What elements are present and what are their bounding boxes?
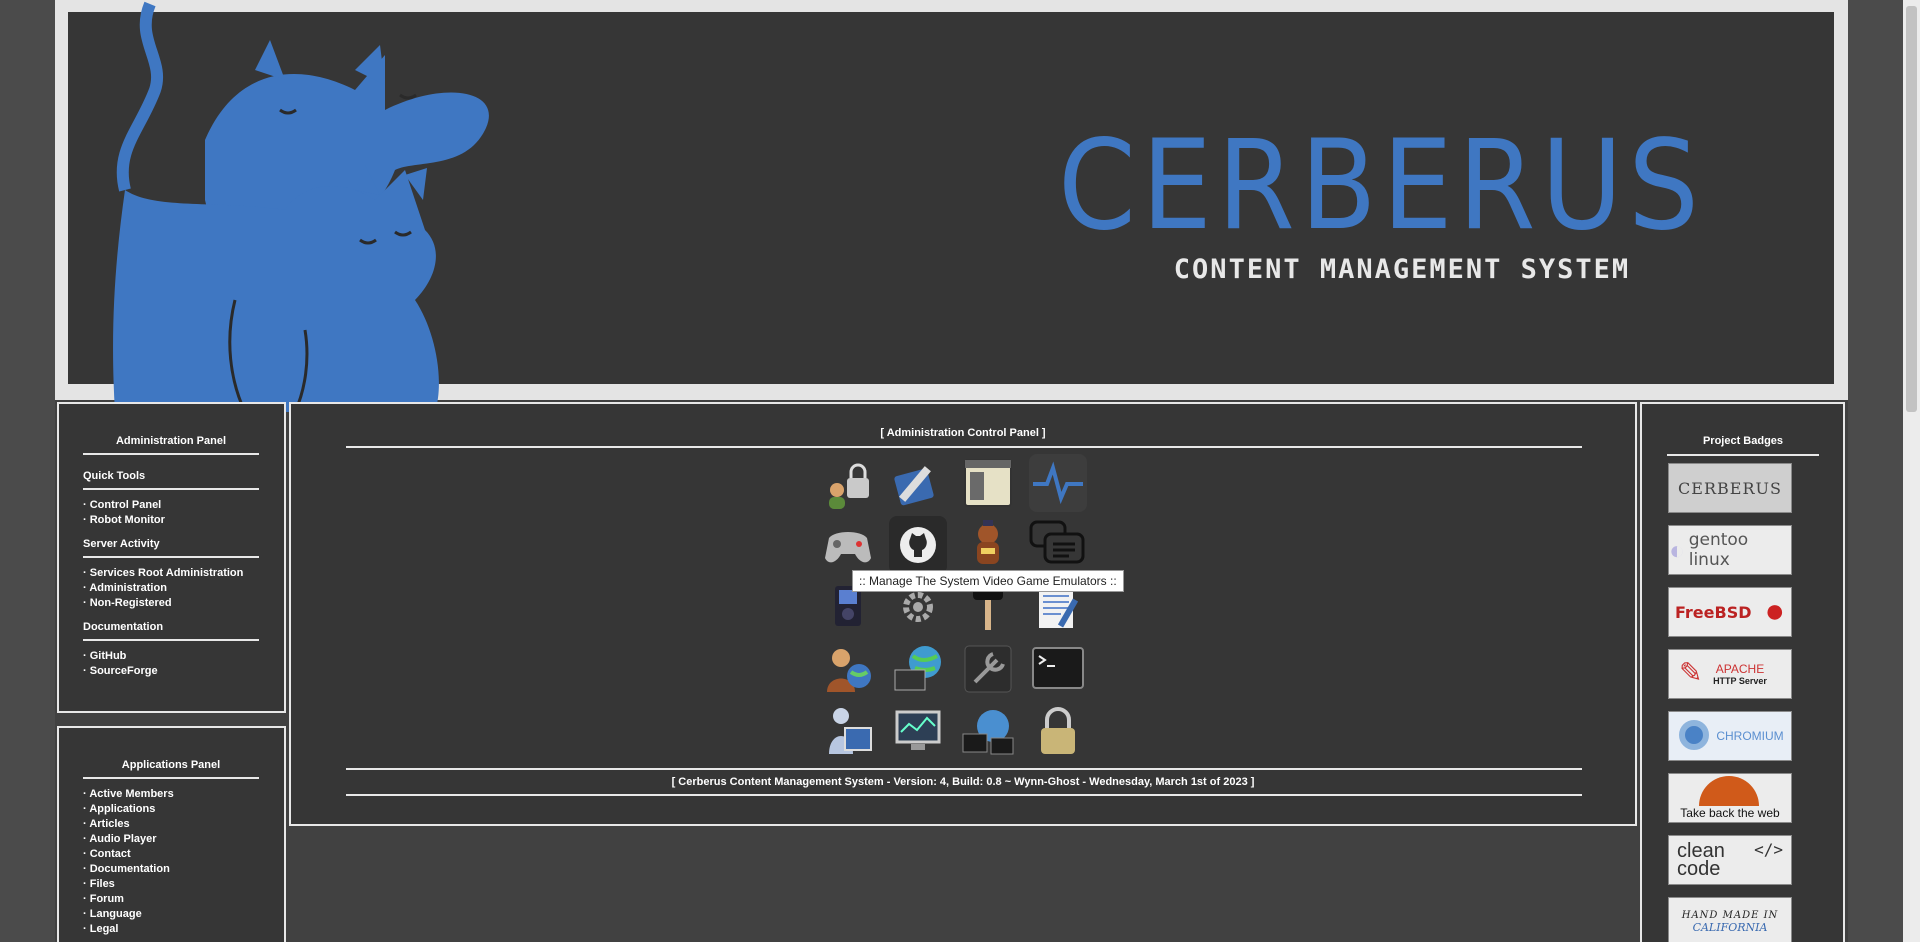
- brand-subtitle: CONTENT MANAGEMENT SYSTEM: [1173, 254, 1631, 285]
- link-legal[interactable]: Legal: [83, 922, 284, 937]
- link-audio-player[interactable]: Audio Player: [83, 832, 284, 847]
- gentoo-badge[interactable]: ◐ gentoo linux: [1668, 525, 1792, 575]
- brand-title: CERBERUS: [1058, 114, 1705, 258]
- administration-panel: Administration Panel Quick Tools Control…: [57, 402, 286, 713]
- link-articles[interactable]: Articles: [83, 817, 284, 832]
- link-contact[interactable]: Contact: [83, 847, 284, 862]
- feather-icon: ✎: [1679, 657, 1703, 688]
- badge-text: gentoo linux: [1688, 530, 1749, 570]
- link-github[interactable]: GitHub: [83, 649, 284, 664]
- user-globe-icon[interactable]: [819, 640, 877, 698]
- link-language[interactable]: Language: [83, 907, 284, 922]
- monitor-icon[interactable]: [889, 702, 947, 760]
- link-control-panel[interactable]: Control Panel: [83, 498, 284, 513]
- code-brackets-icon: </>: [1754, 840, 1783, 859]
- cerberus-badge[interactable]: CERBERUS: [1668, 463, 1792, 513]
- github-icon[interactable]: [889, 516, 947, 574]
- link-services-root-administration[interactable]: Services Root Administration: [83, 566, 284, 581]
- vertical-scrollbar[interactable]: [1903, 0, 1920, 942]
- padlock-icon[interactable]: [1029, 702, 1087, 760]
- applications-list: Active Members Applications Articles Aud…: [83, 779, 284, 937]
- network-globe-icon[interactable]: [889, 640, 947, 698]
- project-badges-panel: Project Badges CERBERUS ◐ gentoo linux F…: [1640, 402, 1845, 942]
- user-desktop-icon[interactable]: [819, 702, 877, 760]
- section-heading: Documentation: [83, 621, 164, 633]
- firefox-icon: [1699, 776, 1759, 806]
- badge-subtext: code: [1677, 858, 1721, 880]
- daemon-icon: ●: [1764, 592, 1785, 630]
- wrench-icon[interactable]: [959, 640, 1017, 698]
- badge-subtext: CALIFORNIA: [1692, 921, 1768, 934]
- terminal-icon[interactable]: [1029, 640, 1087, 698]
- cerberus-logo: [113, 1, 489, 412]
- link-non-registered[interactable]: Non-Registered: [83, 596, 284, 611]
- version-footer: [ Cerberus Content Management System - V…: [671, 776, 1255, 788]
- divider: [346, 768, 1582, 770]
- badge-text: APACHE: [1715, 662, 1765, 676]
- cleancode-badge[interactable]: clean code </>: [1668, 835, 1792, 885]
- link-active-members[interactable]: Active Members: [83, 787, 284, 802]
- control-panel: [ Administration Control Panel ] [Cerbe…: [289, 402, 1637, 826]
- edit-pen-icon[interactable]: [889, 454, 947, 512]
- link-files[interactable]: Files: [83, 877, 284, 892]
- badge-text: CHROMIUM: [1716, 729, 1784, 743]
- link-robot-monitor[interactable]: Robot Monitor: [83, 513, 284, 528]
- network-computers-icon[interactable]: [959, 702, 1017, 760]
- users-lock-icon[interactable]: [819, 454, 877, 512]
- apache-badge[interactable]: ✎ APACHE HTTP Server: [1668, 649, 1792, 699]
- control-panel-title: [ Administration Control Panel ]: [880, 427, 1046, 439]
- badge-text: Take back the web: [1680, 806, 1780, 820]
- documentation-list: GitHub SourceForge: [83, 641, 284, 679]
- divider: [346, 794, 1582, 796]
- tooltip: :: Manage The System Video Game Emulator…: [852, 570, 1124, 592]
- firefox-badge[interactable]: Take back the web: [1668, 773, 1792, 823]
- freebsd-badge[interactable]: FreeBSD ●: [1668, 587, 1792, 637]
- panel-title: Administration Panel: [115, 435, 227, 447]
- badge-text: CERBERUS: [1678, 478, 1782, 498]
- page: CERBERUS CONTENT MANAGEMENT SYSTEM Admin…: [55, 0, 1848, 942]
- window-panel-icon[interactable]: [959, 454, 1017, 512]
- gentoo-icon: ◐: [1669, 534, 1685, 565]
- link-sourceforge[interactable]: SourceForge: [83, 664, 284, 679]
- link-forum[interactable]: Forum: [83, 892, 284, 907]
- divider: [346, 446, 1582, 448]
- chromium-icon: [1679, 720, 1709, 750]
- divider: [1667, 454, 1819, 456]
- applications-panel: Applications Panel Active Members Applic…: [57, 726, 286, 942]
- link-documentation[interactable]: Documentation: [83, 862, 284, 877]
- panel-title: Applications Panel: [121, 759, 221, 771]
- badge-subtext: HTTP Server: [1713, 676, 1767, 686]
- server-activity-list: Services Root Administration Administrat…: [83, 558, 284, 611]
- activity-monitor-icon[interactable]: [1029, 454, 1087, 512]
- quick-tools-list: Control Panel Robot Monitor: [83, 490, 284, 528]
- badge-text: HAND MADE IN: [1681, 910, 1779, 921]
- header-banner: CERBERUS CONTENT MANAGEMENT SYSTEM: [55, 0, 1848, 412]
- gamepad-icon[interactable]: [819, 516, 877, 574]
- link-applications[interactable]: Applications: [83, 802, 284, 817]
- robot-mascot-icon[interactable]: [959, 516, 1017, 574]
- handmade-badge[interactable]: HAND MADE IN CALIFORNIA: [1668, 897, 1792, 942]
- section-heading: Quick Tools: [83, 470, 146, 482]
- link-administration[interactable]: Administration: [83, 581, 284, 596]
- scrollbar-thumb[interactable]: [1906, 6, 1917, 412]
- chat-bubbles-icon[interactable]: [1029, 516, 1087, 574]
- badge-text: FreeBSD: [1675, 602, 1752, 622]
- banner-inner: CERBERUS CONTENT MANAGEMENT SYSTEM: [68, 1, 1834, 412]
- section-heading: Server Activity: [83, 538, 160, 550]
- panel-title: Project Badges: [1702, 435, 1784, 447]
- chromium-badge[interactable]: CHROMIUM: [1668, 711, 1792, 761]
